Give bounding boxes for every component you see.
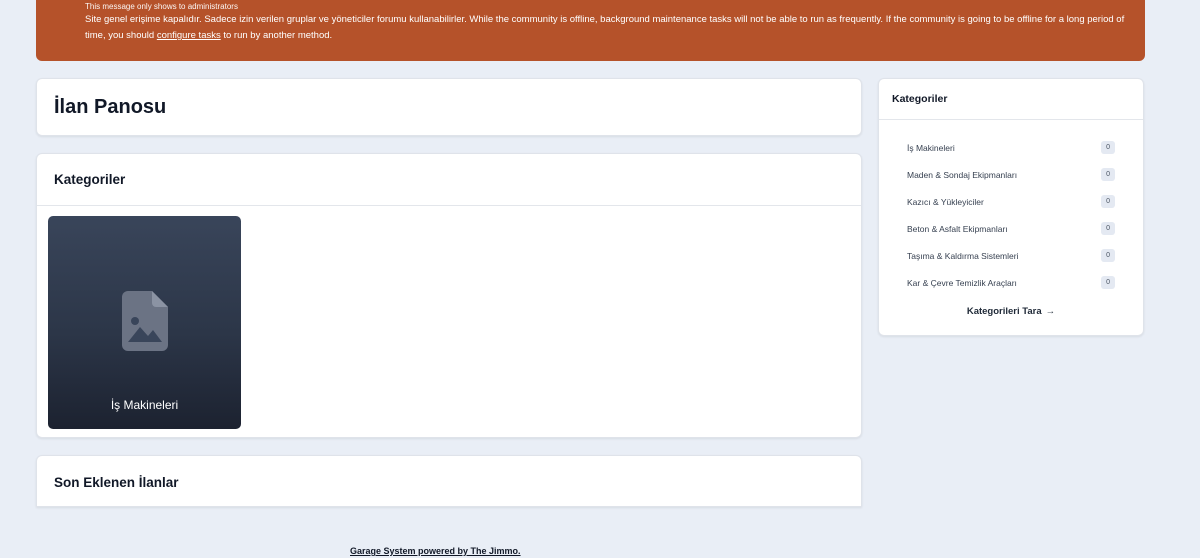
category-tile-label: İş Makineleri [110,398,179,412]
categories-heading: Kategoriler [54,172,126,187]
offline-message: Site genel erişime kapalıdır. Sadece izi… [85,14,1125,41]
sidebar-categories-card: Kategoriler İş Makineleri 0 Maden & Sonda… [878,78,1144,336]
recent-listings-card: Son Eklenen İlanlar [36,455,862,507]
sidebar-item-kar-cevre[interactable]: Kar & Çevre Temizlik Araçları 0 [907,269,1115,296]
image-file-icon [122,291,168,351]
count-badge: 0 [1101,168,1115,181]
sidebar-item-tasima-kaldirma[interactable]: Taşıma & Kaldırma Sistemleri 0 [907,242,1115,269]
categories-card: Kategoriler İş Makineleri [36,153,862,438]
arrow-right-icon: → [1045,306,1056,317]
count-badge: 0 [1101,249,1115,262]
admin-only-note: This message only shows to administrator… [85,2,238,11]
category-tile-is-makineleri[interactable]: İş Makineleri [48,216,241,429]
sidebar-item-maden-sondaj[interactable]: Maden & Sondaj Ekipmanları 0 [907,161,1115,188]
count-badge: 0 [1101,222,1115,235]
offline-banner: This message only shows to administrator… [36,0,1145,61]
page-title-card: İlan Panosu [36,78,862,136]
recent-listings-header: Son Eklenen İlanlar [37,456,861,508]
sidebar-item-kazici-yukleyiciler[interactable]: Kazıcı & Yükleyiciler 0 [907,188,1115,215]
sidebar-item-beton-asfalt[interactable]: Beton & Asfalt Ekipmanları 0 [907,215,1115,242]
browse-categories-link[interactable]: Kategorileri Tara → [879,306,1143,317]
configure-tasks-link[interactable]: configure tasks [157,30,221,41]
count-badge: 0 [1101,276,1115,289]
sidebar-categories-heading: Kategoriler [892,93,948,105]
count-badge: 0 [1101,195,1115,208]
page-title: İlan Panosu [54,95,167,118]
recent-listings-heading: Son Eklenen İlanlar [54,474,179,490]
sidebar-category-list: İş Makineleri 0 Maden & Sondaj Ekipmanlar… [879,120,1143,296]
count-badge: 0 [1101,141,1115,154]
categories-header: Kategoriler [37,154,861,206]
sidebar-categories-header: Kategoriler [879,79,1143,120]
sidebar-item-is-makineleri[interactable]: İş Makineleri 0 [907,134,1115,161]
footer-credit-link[interactable]: Garage System powered by The Jimmo. [350,546,521,556]
